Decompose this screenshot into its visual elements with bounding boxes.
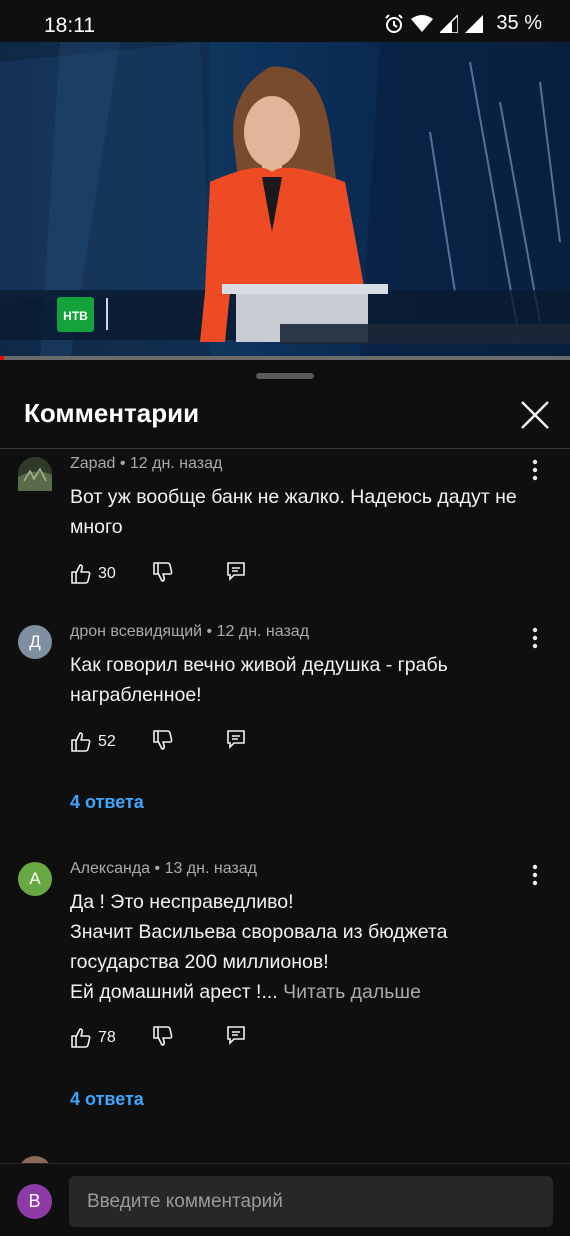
avatar-photo-icon: [18, 457, 52, 491]
comment-actions: 52: [70, 729, 270, 755]
sheet-title: Комментарии: [24, 398, 200, 428]
wifi-icon: [411, 14, 434, 32]
thumbs-down-icon[interactable]: [152, 729, 174, 751]
drag-handle[interactable]: [256, 373, 314, 379]
comment-actions: 78: [70, 1025, 270, 1051]
svg-text:НТВ: НТВ: [63, 309, 88, 323]
more-options-icon[interactable]: [526, 862, 544, 888]
comment-meta: Zapad • 12 дн. назад: [70, 455, 223, 472]
like-count: 30: [98, 565, 116, 582]
signal-icon-2: [465, 14, 484, 33]
like-button[interactable]: 78: [70, 1025, 116, 1051]
video-frame: НТВ: [0, 42, 570, 360]
avatar[interactable]: А: [18, 862, 52, 896]
thumbs-down-icon[interactable]: [152, 561, 174, 583]
comment-author[interactable]: Александа: [70, 860, 150, 877]
reply-icon[interactable]: [226, 561, 246, 581]
more-options-icon[interactable]: [526, 457, 544, 483]
comment-input-bar: В: [0, 1163, 570, 1236]
thumbs-up-icon: [71, 732, 91, 752]
comment-time: 12 дн. назад: [129, 455, 223, 472]
signal-icon-1: [440, 14, 459, 33]
comment-text: Да ! Это несправедливо! Значит Васильева…: [70, 887, 540, 1007]
more-options-icon[interactable]: [526, 625, 544, 651]
comment-meta: Александа • 13 дн. назад: [70, 860, 257, 877]
comments-list[interactable]: Zapad • 12 дн. назад Вот уж вообще банк …: [0, 449, 570, 1165]
avatar[interactable]: Д: [18, 625, 52, 659]
status-time: 18:11: [44, 14, 95, 37]
user-avatar[interactable]: В: [17, 1184, 52, 1219]
alarm-icon: [385, 13, 404, 33]
view-replies-link[interactable]: 4 ответа: [70, 1089, 144, 1110]
thumbs-down-icon[interactable]: [152, 1025, 174, 1047]
reply-icon[interactable]: [226, 729, 246, 749]
comment-time: 12 дн. назад: [216, 623, 310, 640]
video-progress-fill: [0, 356, 4, 360]
thumbs-up-icon: [71, 1028, 91, 1048]
comment-actions: 30: [70, 561, 270, 587]
like-count: 78: [98, 1029, 116, 1046]
comment-time: 13 дн. назад: [164, 860, 257, 877]
close-icon[interactable]: [518, 398, 552, 432]
read-more-link[interactable]: Читать дальше: [283, 981, 421, 1003]
avatar[interactable]: [18, 457, 52, 491]
video-progress-bar[interactable]: [0, 356, 570, 360]
comment-author[interactable]: дрон всевидящий: [70, 623, 202, 640]
like-count: 52: [98, 733, 116, 750]
comment-meta: дрон всевидящий • 12 дн. назад: [70, 623, 310, 640]
comment-author[interactable]: Zapad: [70, 455, 115, 472]
comments-sheet: Комментарии Zapad • 12 дн. назад Вот уж …: [0, 362, 570, 1236]
battery-percent: 35 %: [496, 12, 542, 34]
status-bar: 18:11 35 %: [0, 0, 570, 42]
video-player[interactable]: НТВ: [0, 42, 570, 360]
comment-text: Как говорил вечно живой дедушка - грабь …: [70, 654, 448, 706]
reply-icon[interactable]: [226, 1025, 246, 1045]
comment-text: Вот уж вообще банк не жалко. Надеюсь дад…: [70, 486, 517, 538]
like-button[interactable]: 52: [70, 729, 116, 755]
comment-input[interactable]: [69, 1176, 553, 1227]
like-button[interactable]: 30: [70, 561, 116, 587]
status-icons: 35 %: [384, 12, 542, 35]
thumbs-up-icon: [71, 564, 91, 584]
view-replies-link[interactable]: 4 ответа: [70, 792, 144, 813]
